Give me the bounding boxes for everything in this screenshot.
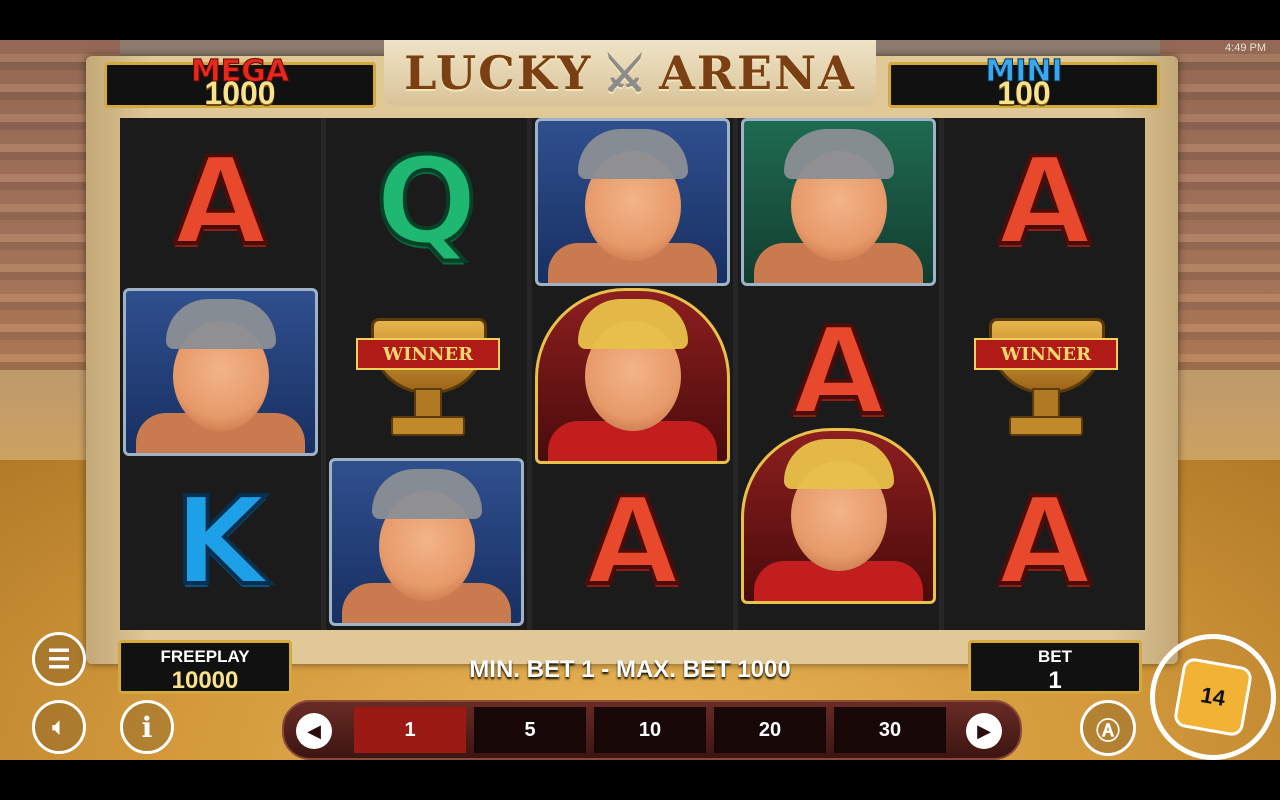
freeplay-value: 10000 <box>171 667 239 694</box>
chevron-left-icon: ◀ <box>307 720 321 741</box>
symbol-a-letter: A <box>172 133 269 272</box>
bet-value: 1 <box>1048 667 1062 694</box>
symbol-a-letter: A <box>790 303 887 442</box>
reel-4: A <box>738 118 939 630</box>
symbol-emperor <box>741 428 936 604</box>
freeplay-label: FREEPLAY <box>160 647 250 666</box>
symbol-k-letter: K <box>172 473 269 612</box>
symbol-k: K <box>120 458 321 628</box>
symbol-a-letter: A <box>996 473 1093 612</box>
symbol-gladiator-spiked <box>123 288 318 456</box>
logo-text-right: ARENA <box>659 46 856 100</box>
autoplay-icon: Ⓐ <box>1096 717 1120 745</box>
sound-button[interactable]: 🔈︎ <box>32 700 86 754</box>
crowd-right <box>1160 40 1280 370</box>
menu-icon: ☰ <box>47 643 71 674</box>
symbol-emperor <box>535 288 730 464</box>
symbol-a: A <box>944 118 1145 288</box>
bet-panel: BET 1 <box>968 640 1142 694</box>
bet-option[interactable]: 1 <box>354 707 466 753</box>
info-button[interactable]: i <box>120 700 174 754</box>
bet-option[interactable]: 20 <box>714 707 826 753</box>
winner-banner: WINNER <box>974 338 1118 370</box>
symbol-a-letter: A <box>584 473 681 612</box>
spin-badge: 14 <box>1172 656 1254 738</box>
bet-option[interactable]: 10 <box>594 707 706 753</box>
symbol-winner-trophy: WINNER <box>954 298 1134 448</box>
symbol-q-letter: Q <box>373 133 479 272</box>
bet-increase-button[interactable]: ▶ <box>966 713 1002 749</box>
symbol-winner-trophy: WINNER <box>336 298 516 448</box>
crossed-swords-icon: ⚔ <box>602 43 650 103</box>
mega-jackpot-value: 1000 <box>204 75 276 111</box>
menu-button[interactable]: ☰ <box>32 632 86 686</box>
symbol-a-letter: A <box>996 133 1093 272</box>
symbol-brute-gladiator <box>741 118 936 286</box>
freeplay-panel: FREEPLAY 10000 <box>118 640 292 694</box>
autoplay-button[interactable]: Ⓐ <box>1080 700 1136 756</box>
bet-option[interactable]: 30 <box>834 707 946 753</box>
winner-banner: WINNER <box>356 338 500 370</box>
logo-text-left: LUCKY <box>404 46 593 100</box>
reel-3: A <box>532 118 733 630</box>
chevron-right-icon: ▶ <box>977 720 991 741</box>
symbol-a: A <box>532 458 733 628</box>
symbol-q: Q <box>326 118 527 288</box>
symbol-a: A <box>944 458 1145 628</box>
spin-button[interactable]: 14 <box>1150 634 1276 760</box>
reel-5: A WINNER A <box>944 118 1145 630</box>
symbol-a: A <box>120 118 321 288</box>
mega-jackpot: MEGA 1000 <box>104 56 376 111</box>
reel-grid: A K Q WINNER A A A WINNER A <box>120 118 1145 630</box>
symbol-gladiator-helmet <box>535 118 730 286</box>
bet-decrease-button[interactable]: ◀ <box>296 713 332 749</box>
mini-jackpot: MINI 100 <box>888 56 1160 111</box>
bet-selector: ◀ 1 5 10 20 30 ▶ <box>282 700 1022 760</box>
bet-label: BET <box>1038 647 1072 666</box>
min-max-bet-text: MIN. BET 1 - MAX. BET 1000 <box>469 656 791 683</box>
info-icon: i <box>141 710 153 744</box>
reel-2: Q WINNER <box>326 118 527 630</box>
symbol-gladiator-spiked <box>329 458 524 626</box>
status-time: 4:49 PM <box>1225 42 1266 54</box>
bet-option[interactable]: 5 <box>474 707 586 753</box>
reel-1: AK <box>120 118 321 630</box>
mini-jackpot-value: 100 <box>997 75 1051 111</box>
game-logo: LUCKY ⚔ ARENA <box>384 40 876 106</box>
speaker-icon: 🔈︎ <box>52 714 66 739</box>
